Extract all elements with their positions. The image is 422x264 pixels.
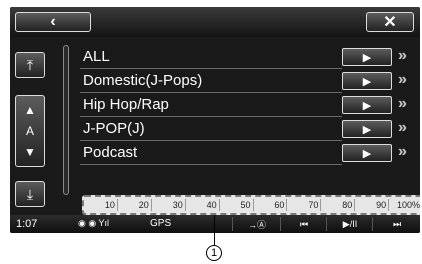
list-item-label: Podcast bbox=[83, 144, 138, 161]
scroll-to-top-button[interactable]: ⤒ bbox=[15, 52, 45, 78]
callout-marker: 1 bbox=[206, 245, 222, 261]
play-icon: ▶ bbox=[362, 123, 372, 136]
list-item-label: Hip Hop/Rap bbox=[83, 96, 169, 113]
alphabet-search-button[interactable]: ▲ A ▼ bbox=[15, 95, 45, 167]
list-item-label: J-POP(J) bbox=[83, 120, 145, 137]
play-button[interactable]: ▶ bbox=[342, 120, 392, 138]
back-arrow-icon: ‹ bbox=[50, 13, 56, 30]
play-button[interactable]: ▶ bbox=[342, 72, 392, 90]
list-item[interactable]: Podcast ▶ » bbox=[80, 141, 420, 165]
back-button[interactable]: ‹ bbox=[15, 12, 91, 32]
clock-time: 1:07 bbox=[16, 218, 38, 230]
previous-track-button[interactable]: ⏮ bbox=[280, 217, 327, 231]
play-button[interactable]: ▶ bbox=[342, 96, 392, 114]
top-bar: ‹ ✕ bbox=[10, 7, 420, 37]
more-icon[interactable]: » bbox=[398, 71, 407, 89]
list-scrollbar[interactable] bbox=[63, 45, 69, 195]
callout-line bbox=[214, 215, 215, 245]
more-icon[interactable]: » bbox=[398, 143, 407, 161]
play-button[interactable]: ▶ bbox=[342, 48, 392, 66]
scroll-to-bottom-button[interactable]: ⤓ bbox=[15, 181, 45, 207]
down-arrow-icon: ▼ bbox=[24, 144, 36, 159]
next-track-button[interactable]: ⏭ bbox=[372, 217, 420, 231]
play-icon: ▶ bbox=[362, 99, 372, 112]
list-item-label: ALL bbox=[83, 48, 110, 65]
scroll-top-icon: ⤒ bbox=[26, 56, 34, 73]
previous-icon: ⏮ bbox=[299, 218, 309, 229]
scale-tick: 80 bbox=[321, 199, 356, 211]
list-item[interactable]: Hip Hop/Rap ▶ » bbox=[80, 93, 420, 117]
close-button[interactable]: ✕ bbox=[366, 12, 414, 32]
more-icon[interactable]: » bbox=[398, 47, 407, 65]
navigation-button[interactable]: →Ⓐ bbox=[232, 217, 281, 231]
scale-tick: 70 bbox=[287, 199, 322, 211]
play-pause-icon: ▶/II bbox=[342, 218, 358, 229]
up-arrow-icon: ▲ bbox=[24, 103, 36, 118]
navigation-icon: →Ⓐ bbox=[247, 219, 266, 230]
more-icon[interactable]: » bbox=[398, 119, 407, 137]
alphabet-label: A bbox=[25, 123, 34, 138]
play-icon: ▶ bbox=[362, 75, 372, 88]
list-navigation: ⤒ ▲ A ▼ ⤓ bbox=[10, 37, 58, 210]
status-bar: 1:07 ◉ ◉ Yıl GPS →Ⓐ ⏮ ▶/II ⏭ bbox=[10, 215, 420, 233]
scroll-position-scale: 10 20 30 40 50 60 70 80 90 100% bbox=[82, 195, 420, 215]
scale-tick: 10 bbox=[84, 199, 118, 211]
scale-tick: 40 bbox=[186, 199, 220, 211]
more-icon[interactable]: » bbox=[398, 95, 407, 113]
row-divider bbox=[80, 164, 342, 165]
next-icon: ⏭ bbox=[392, 218, 402, 229]
scroll-bottom-icon: ⤓ bbox=[26, 185, 34, 202]
screen: ‹ ✕ ⤒ ▲ A ▼ ⤓ ALL ▶ » Domestic(J-Pops) ▶… bbox=[10, 7, 420, 233]
list-item[interactable]: ALL ▶ » bbox=[80, 45, 420, 69]
scale-tick: 90 bbox=[355, 199, 390, 211]
list-item-label: Domestic(J-Pops) bbox=[83, 72, 203, 89]
play-icon: ▶ bbox=[362, 147, 372, 160]
gps-indicator: GPS bbox=[150, 218, 172, 229]
scale-tick: 50 bbox=[220, 199, 254, 211]
play-icon: ▶ bbox=[362, 51, 372, 64]
play-pause-button[interactable]: ▶/II bbox=[326, 217, 373, 231]
scale-tick: 20 bbox=[118, 199, 152, 211]
list-item[interactable]: J-POP(J) ▶ » bbox=[80, 117, 420, 141]
status-icons: ◉ ◉ Yıl bbox=[78, 218, 110, 228]
scale-tick: 100% bbox=[397, 200, 420, 210]
scale-tick: 30 bbox=[152, 199, 186, 211]
close-icon: ✕ bbox=[383, 14, 397, 31]
scale-tick: 60 bbox=[254, 199, 288, 211]
list-item[interactable]: Domestic(J-Pops) ▶ » bbox=[80, 69, 420, 93]
play-button[interactable]: ▶ bbox=[342, 144, 392, 162]
